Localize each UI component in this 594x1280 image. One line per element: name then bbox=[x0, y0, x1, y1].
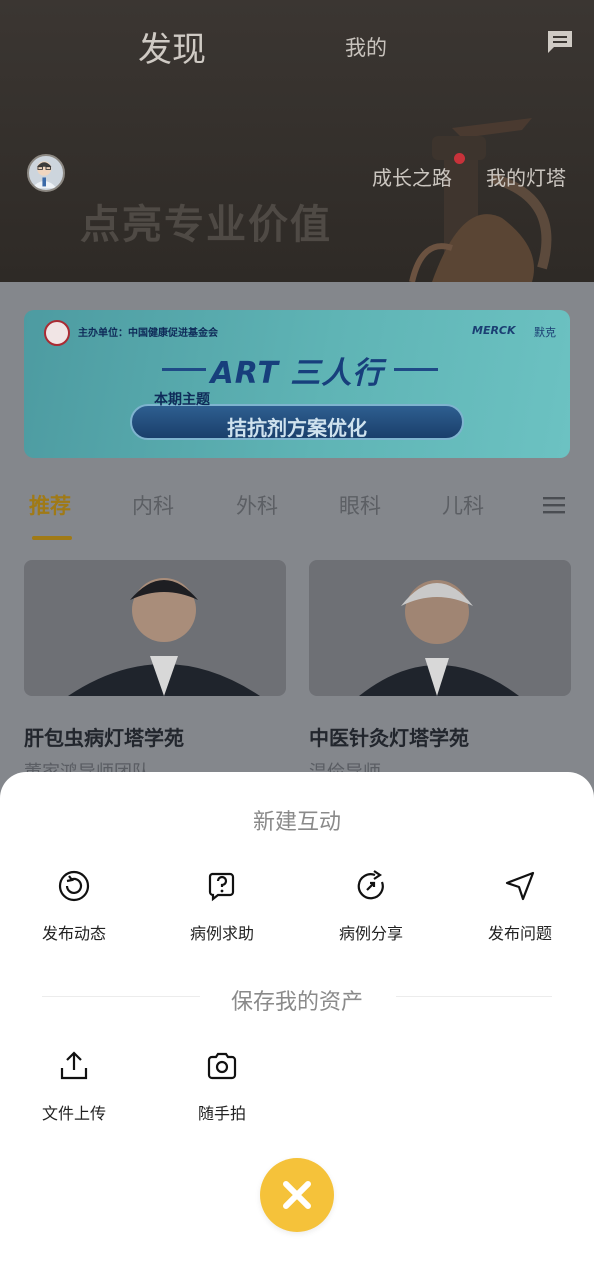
action-label: 发布动态 bbox=[41, 924, 106, 943]
tab-recommend[interactable]: 推荐 bbox=[29, 490, 71, 520]
close-icon bbox=[283, 1181, 311, 1209]
navigation-arrow-icon bbox=[505, 871, 535, 901]
merck-logo: MERCK bbox=[472, 324, 516, 337]
card-title[interactable]: 中医针灸灯塔学苑 bbox=[309, 722, 469, 751]
notification-dot bbox=[454, 153, 465, 164]
banner-organizer: 主办单位：中国健康促进基金会 bbox=[78, 328, 218, 339]
avatar[interactable] bbox=[27, 154, 65, 192]
camera-icon bbox=[207, 1052, 237, 1080]
slogan: 点亮专业价值 bbox=[80, 202, 332, 248]
banner-topic: 拮抗剂方案优化 bbox=[227, 416, 367, 440]
banner-title: ART 三人行 bbox=[210, 356, 384, 391]
tab-pediatrics[interactable]: 儿科 bbox=[442, 490, 484, 520]
growth-path-link[interactable]: 成长之路 bbox=[372, 162, 452, 191]
active-tab-indicator bbox=[32, 536, 72, 540]
upload-icon bbox=[60, 1051, 88, 1080]
action-label: 随手拍 bbox=[197, 1104, 246, 1123]
action-label: 病例分享 bbox=[338, 924, 403, 943]
foundation-logo-icon bbox=[44, 320, 70, 346]
message-icon[interactable] bbox=[546, 29, 574, 55]
promo-banner[interactable]: 主办单位：中国健康促进基金会 MERCK 默克 ART 三人行 拮抗剂方案优化 … bbox=[24, 310, 570, 458]
tab-discover[interactable]: 发现 bbox=[138, 22, 206, 71]
new-interaction-sheet: 新建互动 发布动态 病例求助 病例分享 发布问题 保存我的资产 文件上传 随手拍 bbox=[0, 772, 594, 1280]
quick-photo-button[interactable]: 随手拍 bbox=[162, 1048, 282, 1124]
post-update-button[interactable]: 发布动态 bbox=[14, 868, 134, 944]
banner-subtitle: 本期主题 bbox=[154, 392, 210, 408]
my-lighthouse-link[interactable]: 我的灯塔 bbox=[486, 162, 566, 191]
assets-section-title: 保存我的资产 bbox=[230, 990, 363, 1015]
tab-mine[interactable]: 我的 bbox=[345, 32, 387, 62]
tab-internal-medicine[interactable]: 内科 bbox=[132, 490, 174, 520]
case-help-button[interactable]: 病例求助 bbox=[162, 868, 282, 944]
case-share-button[interactable]: 病例分享 bbox=[311, 868, 431, 944]
share-rotate-icon bbox=[357, 870, 384, 900]
academy-card-image[interactable] bbox=[309, 560, 571, 696]
category-tabs: 推荐 内科 外科 眼科 儿科 bbox=[0, 490, 594, 550]
close-button[interactable] bbox=[260, 1158, 334, 1232]
merck-cn: 默克 bbox=[534, 326, 556, 339]
action-label: 发布问题 bbox=[487, 924, 552, 943]
academy-card-image[interactable] bbox=[24, 560, 286, 696]
refresh-circle-icon bbox=[58, 870, 90, 902]
tab-surgery[interactable]: 外科 bbox=[236, 490, 278, 520]
file-upload-button[interactable]: 文件上传 bbox=[14, 1048, 134, 1124]
menu-icon[interactable] bbox=[543, 496, 565, 514]
lighthouse-illustration bbox=[409, 118, 552, 282]
question-chat-icon bbox=[208, 872, 235, 902]
sheet-title: 新建互动 bbox=[252, 810, 341, 835]
card-title[interactable]: 肝包虫病灯塔学苑 bbox=[24, 722, 184, 751]
header: 发现 我的 成长之路 我的灯塔 点亮专业价值 bbox=[0, 0, 594, 282]
action-label: 病例求助 bbox=[189, 924, 254, 943]
tab-ophthalmology[interactable]: 眼科 bbox=[339, 490, 381, 520]
banner-topic-pill: 拮抗剂方案优化 bbox=[130, 404, 464, 440]
action-label: 文件上传 bbox=[41, 1104, 106, 1123]
post-question-button[interactable]: 发布问题 bbox=[460, 868, 580, 944]
